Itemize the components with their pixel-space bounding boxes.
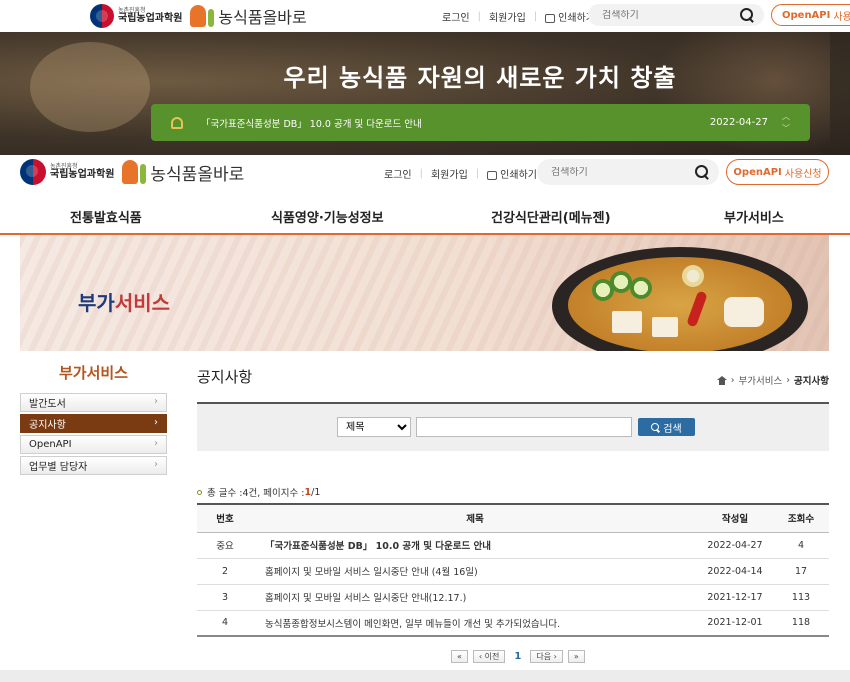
row-title-link[interactable]: 농식품종합정보시스템이 메인화면, 일부 메뉴들이 개선 및 추가되었습니다. xyxy=(253,610,697,637)
breadcrumb-current: 공지사항 xyxy=(794,376,829,387)
row-number: 중요 xyxy=(197,532,253,559)
row-number: 4 xyxy=(197,610,253,637)
row-date: 2022-04-27 xyxy=(697,532,773,559)
brand-name: 농식품올바로 xyxy=(218,8,307,27)
chevron-right-icon: › xyxy=(154,417,158,428)
page-title: 공지사항 xyxy=(197,368,253,386)
board-search-panel: 제목 검색 xyxy=(197,402,829,451)
openapi-apply-button[interactable]: OpenAPI 사용신청 xyxy=(726,159,829,185)
lnb-title: 부가서비스 xyxy=(58,364,128,382)
home-icon[interactable] xyxy=(716,375,727,385)
breadcrumb: › 부가서비스 › 공지사항 xyxy=(716,373,829,387)
pagination: « ‹ 이전 1 다음 › » xyxy=(451,650,585,663)
org-name-label: 국립농업과학원 xyxy=(50,168,115,180)
chevron-down-icon[interactable]: ﹀ xyxy=(782,123,790,135)
search-icon xyxy=(651,422,660,432)
breadcrumb-item[interactable]: 부가서비스 xyxy=(739,373,783,387)
row-views: 4 xyxy=(773,532,829,559)
lnb-item-openapi[interactable]: OpenAPI › xyxy=(20,435,167,454)
search-field-select[interactable]: 제목 xyxy=(337,417,411,437)
notice-text[interactable]: 「국가표준식품성분 DB」 10.0 공개 및 다운로드 안내 xyxy=(201,116,710,130)
printer-icon xyxy=(545,13,556,23)
top-header: 농촌진흥청 국립농업과학원 농식품올바로 로그인 | 회원가입 | 인쇄하기 O… xyxy=(0,0,850,32)
signup-link[interactable]: 회원가입 xyxy=(423,166,476,181)
row-views: 118 xyxy=(773,610,829,637)
first-page-button[interactable]: « xyxy=(451,650,468,663)
login-link[interactable]: 로그인 xyxy=(376,166,420,181)
hero-banner: 우리 농식품 자원의 새로운 가치 창출 「국가표준식품성분 DB」 10.0 … xyxy=(0,32,850,155)
table-row: 중요 「국가표준식품성분 DB」 10.0 공개 및 다운로드 안내 2022-… xyxy=(197,532,829,559)
notice-rolling-bar[interactable]: 「국가표준식품성분 DB」 10.0 공개 및 다운로드 안내 2022-04-… xyxy=(151,104,810,141)
row-number: 2 xyxy=(197,558,253,585)
next-page-button[interactable]: 다음 › xyxy=(530,650,563,663)
openapi-apply-button-top[interactable]: OpenAPI사용신 xyxy=(771,4,850,26)
row-title-link[interactable]: 홈페이지 및 모바일 서비스 일시중단 안내 (4월 16일) xyxy=(253,558,697,585)
local-navigation: 발간도서 › 공지사항 › OpenAPI › 업무별 담당자 › xyxy=(20,393,167,477)
search-box-top xyxy=(588,4,764,26)
page-number-current[interactable]: 1 xyxy=(510,651,525,662)
print-link[interactable]: 인쇄하기 xyxy=(479,166,545,181)
bullet-icon xyxy=(197,489,202,495)
utility-menu: 로그인 | 회원가입 | 인쇄하기 xyxy=(376,166,545,181)
lnb-item-staff[interactable]: 업무별 담당자 › xyxy=(20,456,167,475)
gnb-item-fermented[interactable]: 전통발효식품 xyxy=(70,207,142,226)
footer-band xyxy=(0,670,850,682)
search-input-top[interactable] xyxy=(588,9,740,21)
total-count: 총 글수 : 4건, 페이지수 : 1/1 xyxy=(197,485,320,499)
chevron-right-icon: › xyxy=(154,396,158,407)
column-header-number: 번호 xyxy=(197,503,253,533)
chevron-right-icon: › xyxy=(154,459,158,470)
search-icon[interactable] xyxy=(740,8,754,22)
brand-mark-icon xyxy=(190,5,215,27)
prev-page-button[interactable]: ‹ 이전 xyxy=(472,650,506,663)
utility-menu-top: 로그인 | 회원가입 | 인쇄하기 xyxy=(434,9,603,24)
main-header: 농촌진흥청 국립농업과학원 농식품올바로 로그인 | 회원가입 | 인쇄하기 O… xyxy=(0,155,850,197)
last-page-button[interactable]: » xyxy=(567,650,585,663)
chevron-right-icon: › xyxy=(154,438,158,449)
bell-icon xyxy=(171,116,183,129)
board-search-input[interactable] xyxy=(416,417,632,437)
row-date: 2021-12-01 xyxy=(697,610,773,637)
table-row: 2 홈페이지 및 모바일 서비스 일시중단 안내 (4월 16일) 2022-0… xyxy=(197,558,829,585)
search-input[interactable] xyxy=(537,166,695,178)
government-emblem-icon xyxy=(20,159,46,185)
search-box xyxy=(537,159,719,185)
lnb-item-notice[interactable]: 공지사항 › xyxy=(20,414,167,433)
brand-mark-icon xyxy=(122,160,147,184)
government-emblem-icon xyxy=(90,4,114,28)
table-row: 4 농식품종합정보시스템이 메인화면, 일부 메뉴들이 개선 및 추가되었습니다… xyxy=(197,610,829,637)
notice-table: 번호 제목 작성일 조회수 중요 「국가표준식품성분 DB」 10.0 공개 및… xyxy=(197,503,829,637)
column-header-title: 제목 xyxy=(253,503,697,533)
signup-link[interactable]: 회원가입 xyxy=(481,9,534,24)
org-name-label: 국립농업과학원 xyxy=(118,12,183,24)
gnb-item-nutrition[interactable]: 식품영양·기능성정보 xyxy=(271,207,384,226)
notice-date: 2022-04-27 xyxy=(709,117,768,128)
sub-visual-title: 부가서비스 xyxy=(78,291,171,315)
brand-name: 농식품올바로 xyxy=(150,164,245,185)
login-link[interactable]: 로그인 xyxy=(434,9,478,24)
search-icon[interactable] xyxy=(695,165,709,179)
row-views: 17 xyxy=(773,558,829,585)
row-views: 113 xyxy=(773,584,829,611)
site-logo[interactable]: 농촌진흥청 국립농업과학원 농식품올바로 xyxy=(20,159,244,185)
printer-icon xyxy=(487,170,498,180)
row-date: 2021-12-17 xyxy=(697,584,773,611)
hero-title: 우리 농식품 자원의 새로운 가치 창출 xyxy=(283,64,677,92)
sub-visual-banner: 부가서비스 xyxy=(20,235,829,351)
board-search-button[interactable]: 검색 xyxy=(638,418,695,436)
row-date: 2022-04-14 xyxy=(697,558,773,585)
column-header-date: 작성일 xyxy=(697,503,773,533)
row-title-link[interactable]: 「국가표준식품성분 DB」 10.0 공개 및 다운로드 안내 xyxy=(253,532,697,559)
site-logo-top[interactable]: 농촌진흥청 국립농업과학원 농식품올바로 xyxy=(90,4,307,28)
gnb-item-menu-gen[interactable]: 건강식단관리(메뉴젠) xyxy=(491,207,611,226)
row-number: 3 xyxy=(197,584,253,611)
gnb-item-extra-services[interactable]: 부가서비스 xyxy=(724,207,784,226)
column-header-views: 조회수 xyxy=(773,503,829,533)
row-title-link[interactable]: 홈페이지 및 모바일 서비스 일시중단 안내(12.17.) xyxy=(253,584,697,611)
table-row: 3 홈페이지 및 모바일 서비스 일시중단 안내(12.17.) 2021-12… xyxy=(197,584,829,611)
notice-arrows: ︿ ﹀ xyxy=(782,111,790,135)
lnb-item-publications[interactable]: 발간도서 › xyxy=(20,393,167,412)
chevron-up-icon[interactable]: ︿ xyxy=(782,111,790,123)
global-navigation: 전통발효식품 식품영양·기능성정보 건강식단관리(메뉴젠) 부가서비스 xyxy=(0,197,850,235)
